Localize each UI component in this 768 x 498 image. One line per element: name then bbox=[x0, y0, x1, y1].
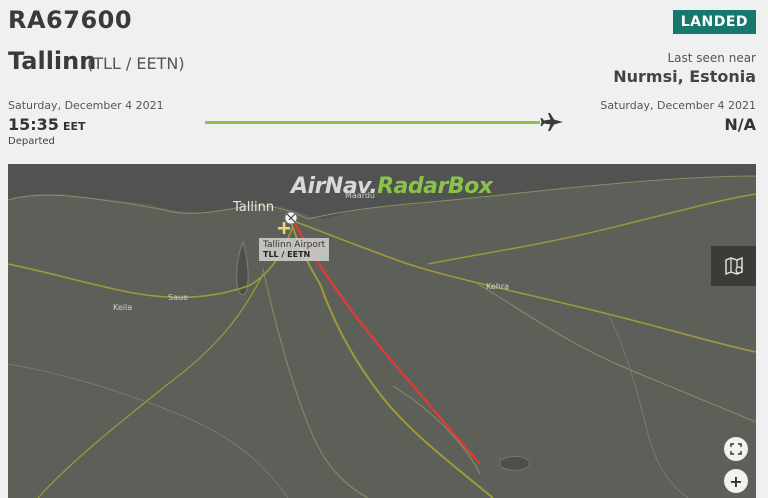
fullscreen-icon bbox=[730, 443, 742, 455]
map-label-keila: Keila bbox=[113, 303, 133, 312]
arrival-date: Saturday, December 4 2021 bbox=[600, 99, 756, 112]
last-seen-label: Last seen near bbox=[667, 51, 756, 65]
airport-tag[interactable]: Tallinn Airport TLL / EETN bbox=[259, 238, 330, 261]
map-layers-icon bbox=[724, 256, 743, 276]
departure-time: 15:35 EET bbox=[8, 115, 85, 134]
map-label-maardu: Maardu bbox=[345, 191, 376, 200]
status-badge: LANDED bbox=[672, 10, 756, 34]
last-seen-place: Nurmsi, Estonia bbox=[613, 67, 756, 86]
fullscreen-button[interactable] bbox=[724, 437, 748, 461]
departure-date: Saturday, December 4 2021 bbox=[8, 99, 164, 112]
map-label-kehra: Kehra bbox=[486, 282, 510, 291]
flight-number: RA67600 bbox=[8, 6, 133, 34]
zoom-in-button[interactable]: + bbox=[724, 469, 748, 493]
map-label-tallinn: Tallinn bbox=[233, 200, 275, 215]
airport-pin bbox=[284, 211, 298, 225]
departure-status: Departed bbox=[8, 136, 55, 147]
origin-codes: (TLL / EETN) bbox=[87, 54, 185, 73]
flight-progress-bar bbox=[205, 121, 540, 124]
arrival-time: N/A bbox=[724, 115, 756, 134]
plane-icon bbox=[540, 113, 563, 131]
airport-tag-codes: TLL / EETN bbox=[263, 250, 311, 259]
origin-city: Tallinn bbox=[8, 47, 97, 75]
flight-map[interactable]: AirNav.RadarBox Tallinn Saue Keila Kehra… bbox=[8, 164, 756, 498]
departure-timezone: EET bbox=[62, 120, 86, 133]
map-label-saue: Saue bbox=[168, 293, 188, 302]
departure-time-value: 15:35 bbox=[8, 115, 59, 134]
airport-tag-name: Tallinn Airport bbox=[263, 240, 326, 250]
map-layers-button[interactable] bbox=[711, 246, 756, 286]
map-brand-logo: AirNav.RadarBox bbox=[291, 174, 493, 199]
map-base bbox=[8, 164, 756, 498]
